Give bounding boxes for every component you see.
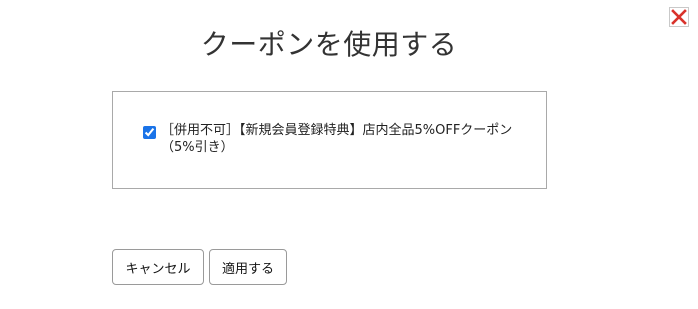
coupon-dialog: クーポンを使用する ［併用不可］【新規会員登録特典】店内全品5%OFFクーポン（… bbox=[0, 0, 698, 309]
dialog-title: クーポンを使用する bbox=[200, 28, 458, 61]
coupon-option[interactable]: ［併用不可］【新規会員登録特典】店内全品5%OFFクーポン（5%引き） bbox=[143, 122, 523, 156]
coupon-checkbox[interactable] bbox=[143, 126, 156, 139]
coupon-label: ［併用不可］【新規会員登録特典】店内全品5%OFFクーポン（5%引き） bbox=[161, 123, 513, 155]
coupon-list: ［併用不可］【新規会員登録特典】店内全品5%OFFクーポン（5%引き） bbox=[112, 91, 547, 189]
close-x-icon bbox=[671, 9, 687, 25]
cancel-button[interactable]: キャンセル bbox=[112, 249, 204, 285]
apply-button[interactable]: 適用する bbox=[209, 249, 287, 285]
close-button[interactable] bbox=[669, 7, 689, 27]
